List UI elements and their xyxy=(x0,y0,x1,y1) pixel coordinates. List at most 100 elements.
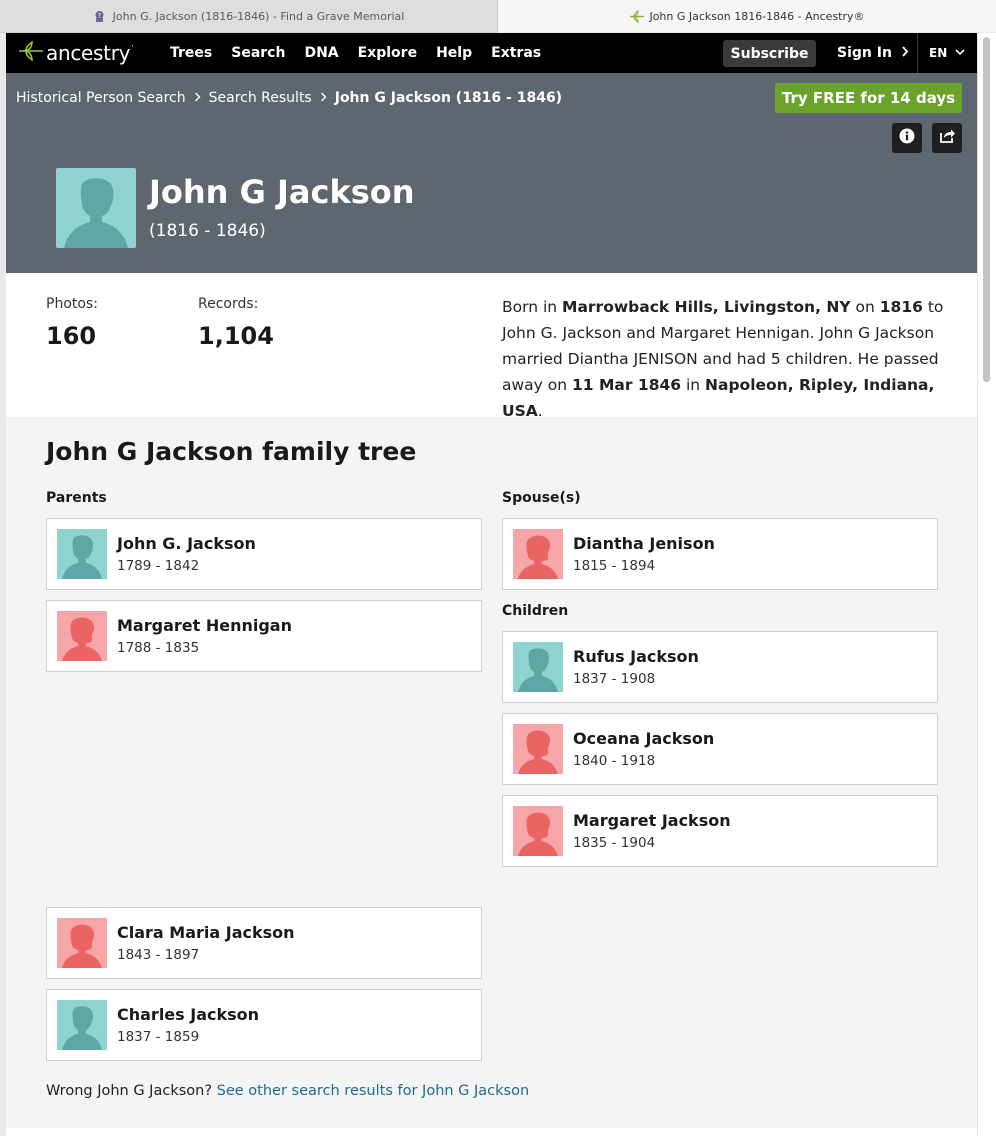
info-icon xyxy=(899,128,915,148)
photos-stat[interactable]: Photos: 160 xyxy=(46,296,98,350)
sign-in-button[interactable]: Sign In xyxy=(837,33,909,73)
language-selector[interactable]: EN xyxy=(929,33,965,73)
records-stat[interactable]: Records: 1,104 xyxy=(198,296,274,350)
records-count: 1,104 xyxy=(198,322,274,350)
chevron-right-icon xyxy=(320,91,327,105)
section-divider xyxy=(6,1128,977,1136)
person-card-dates: 1840 - 1918 xyxy=(573,753,656,769)
person-card-name: Charles Jackson xyxy=(117,1005,260,1024)
browser-tab-title: John G. Jackson (1816-1846) - Find a Gra… xyxy=(112,9,405,23)
female-silhouette-icon xyxy=(62,617,102,661)
person-avatar xyxy=(57,529,107,579)
male-silhouette-icon xyxy=(62,1006,102,1050)
ancestry-leaf-icon xyxy=(629,9,645,23)
person-bio: Born in Marrowback Hills, Livingston, NY… xyxy=(502,294,952,424)
scrollbar-thumb[interactable] xyxy=(983,37,990,382)
breadcrumb-current: John G Jackson (1816 - 1846) xyxy=(334,90,563,106)
nav-link-trees[interactable]: Trees xyxy=(170,45,212,61)
chevron-right-icon xyxy=(194,91,201,105)
person-avatar xyxy=(57,918,107,968)
female-silhouette-icon xyxy=(518,730,558,774)
person-avatar xyxy=(57,1000,107,1050)
nav-link-explore[interactable]: Explore xyxy=(358,45,417,61)
share-button[interactable] xyxy=(932,123,962,153)
wrong-person-note: Wrong John G Jackson? See other search r… xyxy=(46,1083,529,1099)
records-label: Records: xyxy=(198,296,259,312)
child-card[interactable]: Rufus Jackson 1837 - 1908 xyxy=(502,631,938,703)
person-card-name: Margaret Jackson xyxy=(573,811,731,830)
person-card-dates: 1789 - 1842 xyxy=(117,558,200,574)
female-silhouette-icon xyxy=(518,535,558,579)
main-nav-links: Trees Search DNA Explore Help Extras xyxy=(170,33,560,73)
person-avatar xyxy=(513,724,563,774)
breadcrumb: Historical Person Search Search Results … xyxy=(16,90,562,106)
subscribe-button[interactable]: Subscribe xyxy=(723,40,816,67)
child-card[interactable]: Charles Jackson 1837 - 1859 xyxy=(46,989,482,1061)
ancestry-leaf-icon xyxy=(18,39,46,66)
nav-link-help[interactable]: Help xyxy=(436,45,472,61)
nav-link-search[interactable]: Search xyxy=(231,45,285,61)
person-summary: Photos: 160 Records: 1,104 Born in Marro… xyxy=(6,273,977,420)
bio-text: in xyxy=(681,376,706,394)
person-dates: (1816 - 1846) xyxy=(149,221,266,241)
chevron-down-icon xyxy=(955,48,965,59)
spouse-card[interactable]: Diantha Jenison 1815 - 1894 xyxy=(502,518,938,590)
photos-label: Photos: xyxy=(46,296,98,312)
findagrave-icon: ? xyxy=(93,10,106,23)
logo-mark: · xyxy=(131,42,134,52)
person-card-name: Margaret Hennigan xyxy=(117,616,292,635)
person-card-name: Oceana Jackson xyxy=(573,729,715,748)
male-silhouette-icon xyxy=(64,178,128,248)
person-avatar xyxy=(57,611,107,661)
breadcrumb-search-results[interactable]: Search Results xyxy=(209,90,312,106)
nav-link-dna[interactable]: DNA xyxy=(304,45,338,61)
browser-tab-bar: ? John G. Jackson (1816-1846) - Find a G… xyxy=(0,0,996,33)
top-nav: ancestry · Trees Search DNA Explore Help… xyxy=(6,33,977,73)
nav-link-extras[interactable]: Extras xyxy=(491,45,541,61)
person-avatar xyxy=(513,642,563,692)
person-card-name: Rufus Jackson xyxy=(573,647,699,666)
parent-card[interactable]: Margaret Hennigan 1788 - 1835 xyxy=(46,600,482,672)
person-card-name: John G. Jackson xyxy=(117,534,256,553)
female-silhouette-icon xyxy=(62,924,102,968)
bio-birth-year: 1816 xyxy=(879,298,923,316)
bio-text: . xyxy=(537,402,543,420)
person-card-dates: 1835 - 1904 xyxy=(573,835,656,851)
parents-label: Parents xyxy=(46,490,107,506)
child-card[interactable]: Clara Maria Jackson 1843 - 1897 xyxy=(46,907,482,979)
sign-in-label: Sign In xyxy=(837,45,892,61)
parent-card[interactable]: John G. Jackson 1789 - 1842 xyxy=(46,518,482,590)
browser-tab-findagrave[interactable]: ? John G. Jackson (1816-1846) - Find a G… xyxy=(0,0,498,33)
browser-tab-title: John G Jackson 1816-1846 - Ancestry® xyxy=(649,9,865,23)
svg-text:?: ? xyxy=(98,12,101,19)
browser-tab-ancestry[interactable]: John G Jackson 1816-1846 - Ancestry® xyxy=(498,0,996,32)
person-card-dates: 1837 - 1908 xyxy=(573,671,656,687)
person-card-name: Diantha Jenison xyxy=(573,534,715,553)
children-label: Children xyxy=(502,603,569,619)
person-card-dates: 1837 - 1859 xyxy=(117,1029,200,1045)
female-silhouette-icon xyxy=(518,812,558,856)
other-results-link[interactable]: See other search results for John G Jack… xyxy=(217,1083,530,1099)
male-silhouette-icon xyxy=(518,648,558,692)
wrong-person-text: Wrong John G Jackson? xyxy=(46,1083,217,1099)
chevron-right-icon xyxy=(901,45,909,61)
photos-count: 160 xyxy=(46,322,97,350)
language-label: EN xyxy=(929,46,948,60)
share-icon xyxy=(938,128,956,148)
info-button[interactable] xyxy=(892,123,922,153)
ancestry-logo[interactable]: ancestry · xyxy=(18,39,134,66)
breadcrumb-historical-person-search[interactable]: Historical Person Search xyxy=(16,90,186,106)
person-avatar xyxy=(513,806,563,856)
try-free-button[interactable]: Try FREE for 14 days xyxy=(775,83,962,113)
male-silhouette-icon xyxy=(62,535,102,579)
person-card-dates: 1815 - 1894 xyxy=(573,558,656,574)
spouses-label: Spouse(s) xyxy=(502,490,581,506)
child-card[interactable]: Margaret Jackson 1835 - 1904 xyxy=(502,795,938,867)
person-card-name: Clara Maria Jackson xyxy=(117,923,295,942)
child-card[interactable]: Oceana Jackson 1840 - 1918 xyxy=(502,713,938,785)
bio-death-date: 11 Mar 1846 xyxy=(572,376,682,394)
person-card-dates: 1788 - 1835 xyxy=(117,640,200,656)
bio-text: Born in xyxy=(502,298,563,316)
page-scrollbar[interactable] xyxy=(977,33,996,1136)
person-name: John G Jackson xyxy=(149,173,415,211)
